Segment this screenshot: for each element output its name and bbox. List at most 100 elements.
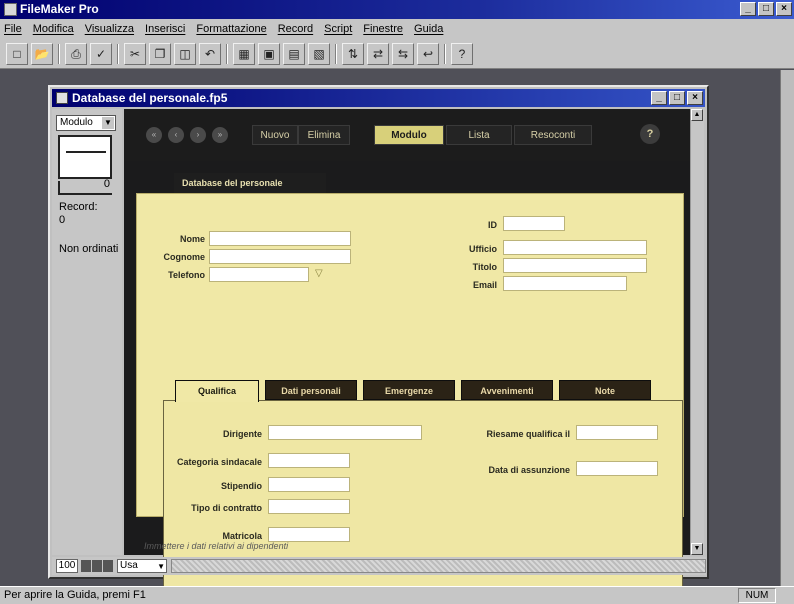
first-record-button[interactable]: «	[146, 127, 162, 143]
stipendio-field[interactable]	[268, 477, 350, 492]
zoom-in-icon[interactable]	[92, 560, 102, 572]
tab-emergenze[interactable]: Emergenze	[363, 380, 455, 400]
last-record-button[interactable]: »	[212, 127, 228, 143]
tab-lista[interactable]: Lista	[446, 125, 512, 145]
menu-formattazione[interactable]: Formattazione	[196, 23, 266, 35]
nome-label: Nome	[179, 234, 205, 244]
data-assunzione-label: Data di assunzione	[488, 465, 570, 475]
toolbar-divider	[335, 43, 337, 64]
doc-maximize-button[interactable]: □	[669, 91, 685, 105]
app-title-bar: FileMaker Pro _ □ ×	[0, 0, 794, 19]
data-assunzione-field[interactable]	[576, 461, 658, 476]
menu-guida[interactable]: Guida	[414, 23, 443, 35]
tab-resoconti[interactable]: Resoconti	[514, 125, 592, 145]
dirigente-label: Dirigente	[222, 429, 262, 439]
titolo-label: Titolo	[472, 262, 497, 272]
tab-qualifica[interactable]: Qualifica	[175, 380, 259, 402]
find-icon[interactable]: ▣	[258, 42, 280, 65]
card-title: Database del personale	[174, 173, 326, 193]
email-field[interactable]	[503, 276, 627, 291]
spellcheck-icon[interactable]: ✓	[90, 42, 112, 65]
categoria-sindacale-field[interactable]	[268, 453, 350, 468]
document-title: Database del personale.fp5	[72, 91, 228, 105]
tipo-di-contratto-field[interactable]	[268, 499, 350, 514]
browse-icon[interactable]: ▦	[233, 42, 255, 65]
titolo-field[interactable]	[503, 258, 647, 273]
status-toggle-icon[interactable]	[103, 560, 113, 572]
mode-dropdown[interactable]: Usa ▼	[117, 559, 167, 573]
record-book-icon[interactable]	[58, 135, 112, 179]
zoom-level[interactable]: 100	[56, 559, 78, 573]
dirigente-field[interactable]	[268, 425, 422, 440]
menu-inserisci[interactable]: Inserisci	[145, 23, 185, 35]
menu-record[interactable]: Record	[278, 23, 313, 35]
menu-finestre[interactable]: Finestre	[363, 23, 403, 35]
open-folder-icon[interactable]: 📂	[31, 42, 53, 65]
replace-icon[interactable]: ⇄	[367, 42, 389, 65]
scroll-down-icon[interactable]: ▼	[691, 543, 703, 555]
tab-avvenimenti[interactable]: Avvenimenti	[461, 380, 553, 400]
matricola-field[interactable]	[268, 527, 350, 542]
doc-close-button[interactable]: ×	[687, 91, 703, 105]
tab-modulo[interactable]: Modulo	[374, 125, 444, 145]
cut-icon[interactable]: ✂	[124, 42, 146, 65]
paste-icon[interactable]: ◫	[174, 42, 196, 65]
filter-icon[interactable]: ▽	[315, 268, 323, 279]
id-label: ID	[488, 220, 497, 230]
menu-file[interactable]: File	[4, 23, 22, 35]
delete-record-button[interactable]: Elimina	[298, 125, 350, 145]
layout-selector[interactable]: Modulo ▼	[56, 115, 116, 131]
id-field[interactable]	[503, 216, 565, 231]
scroll-up-icon[interactable]: ▲	[691, 109, 703, 121]
menu-visualizza[interactable]: Visualizza	[85, 23, 134, 35]
chevron-down-icon: ▼	[102, 117, 114, 129]
record-label: Record:	[59, 201, 98, 213]
mode-dropdown-value: Usa	[120, 560, 138, 571]
help-icon[interactable]: ?	[451, 42, 473, 65]
zoom-out-icon[interactable]	[81, 560, 91, 572]
doc-minimize-button[interactable]: _	[651, 91, 667, 105]
status-bar: Per aprire la Guida, premi F1 NUM	[0, 586, 794, 604]
lookup-icon[interactable]: ⇆	[392, 42, 414, 65]
layout-selector-value: Modulo	[60, 117, 93, 128]
new-doc-icon[interactable]: □	[6, 42, 28, 65]
help-button[interactable]: ?	[640, 124, 660, 144]
copy-icon[interactable]: ❐	[149, 42, 171, 65]
stipendio-label: Stipendio	[221, 481, 262, 491]
close-button[interactable]: ×	[776, 2, 792, 16]
num-lock-indicator: NUM	[738, 588, 776, 603]
next-record-button[interactable]: ›	[190, 127, 206, 143]
telefono-field[interactable]	[209, 267, 309, 282]
document-vertical-scrollbar[interactable]: ▲ ▼	[690, 109, 704, 555]
layout-icon[interactable]: ▤	[283, 42, 305, 65]
maximize-button[interactable]: □	[758, 2, 774, 16]
chevron-down-icon: ▼	[157, 562, 165, 571]
nome-field[interactable]	[209, 231, 351, 246]
ufficio-field[interactable]	[503, 240, 647, 255]
filemaker-logo-icon	[4, 3, 17, 16]
import-icon[interactable]: ↩	[417, 42, 439, 65]
riesame-qualifica-field[interactable]	[576, 425, 658, 440]
prev-record-button[interactable]: ‹	[168, 127, 184, 143]
preview-icon[interactable]: ▧	[308, 42, 330, 65]
cognome-field[interactable]	[209, 249, 351, 264]
tab-dati-personali[interactable]: Dati personali	[265, 380, 357, 400]
undo-icon[interactable]: ↶	[199, 42, 221, 65]
print-icon[interactable]: ⎙	[65, 42, 87, 65]
workspace-scrollbar[interactable]	[780, 70, 794, 586]
ufficio-label: Ufficio	[469, 244, 497, 254]
sort-icon[interactable]: ⇅	[342, 42, 364, 65]
minimize-button[interactable]: _	[740, 2, 756, 16]
document-bottom-bar: 100 Usa ▼	[52, 557, 706, 575]
menu-modifica[interactable]: Modifica	[33, 23, 74, 35]
record-slider[interactable]: 0	[58, 178, 112, 195]
menu-script[interactable]: Script	[324, 23, 352, 35]
categoria-sindacale-label: Categoria sindacale	[176, 457, 262, 467]
form-card: Nome Cognome Telefono ▽ ID Ufficio Titol…	[136, 193, 684, 598]
toolbar: □ 📂 ⎙ ✓ ✂ ❐ ◫ ↶ ▦ ▣ ▤ ▧ ⇅ ⇄ ⇆ ↩ ?	[0, 39, 794, 69]
new-record-button[interactable]: Nuovo	[252, 125, 298, 145]
tab-note[interactable]: Note	[559, 380, 651, 400]
slider-value: 0	[103, 178, 110, 190]
horizontal-scrollbar[interactable]	[171, 559, 706, 573]
toolbar-divider	[58, 43, 60, 64]
